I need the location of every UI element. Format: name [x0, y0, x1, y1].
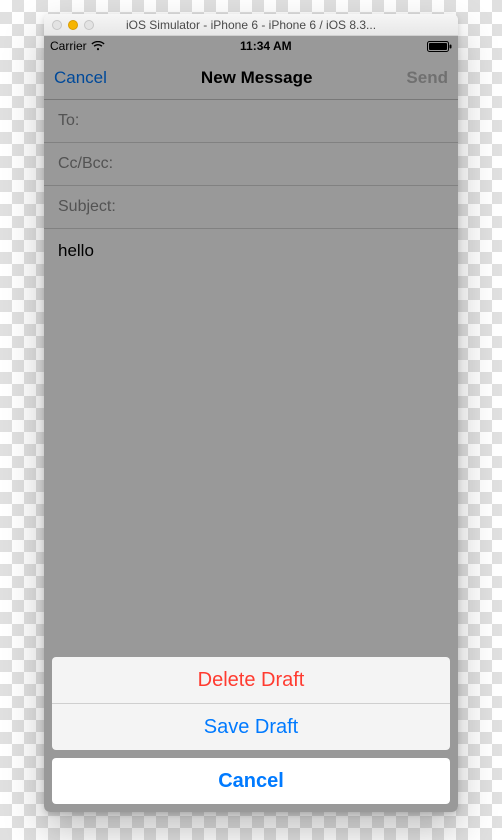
zoom-icon[interactable]: [84, 20, 94, 30]
action-sheet: Delete Draft Save Draft Cancel: [52, 657, 450, 804]
window-title: iOS Simulator - iPhone 6 - iPhone 6 / iO…: [44, 18, 458, 32]
minimize-icon[interactable]: [68, 20, 78, 30]
delete-draft-button[interactable]: Delete Draft: [52, 657, 450, 703]
phone-screen: Carrier 11:34 AM C: [44, 36, 458, 812]
action-sheet-cancel-button[interactable]: Cancel: [52, 758, 450, 804]
traffic-lights: [52, 20, 94, 30]
window-titlebar[interactable]: iOS Simulator - iPhone 6 - iPhone 6 / iO…: [44, 14, 458, 36]
action-sheet-group: Delete Draft Save Draft: [52, 657, 450, 750]
save-draft-button[interactable]: Save Draft: [52, 704, 450, 750]
close-icon[interactable]: [52, 20, 62, 30]
macos-window: iOS Simulator - iPhone 6 - iPhone 6 / iO…: [44, 14, 458, 812]
